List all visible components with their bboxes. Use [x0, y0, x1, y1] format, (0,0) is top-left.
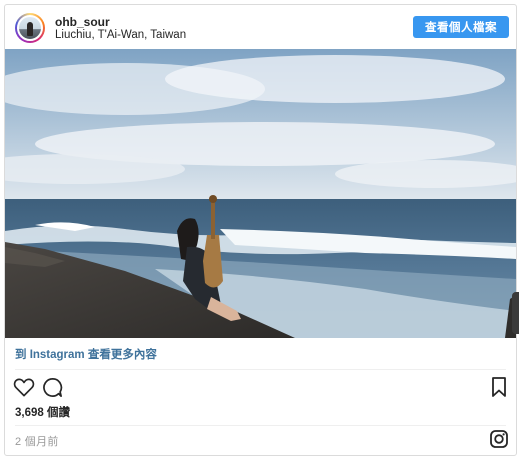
- post-timestamp[interactable]: 2 個月前: [15, 433, 59, 449]
- view-profile-button[interactable]: 查看個人檔案: [413, 16, 509, 38]
- divider: [15, 369, 506, 370]
- post-header: ohb_sour Liuchiu, T'Ai-Wan, Taiwan 查看個人檔…: [5, 5, 516, 49]
- heart-outline-icon[interactable]: [13, 377, 35, 397]
- likes-count[interactable]: 3,698 個讚: [15, 404, 70, 420]
- speech-bubble-icon[interactable]: [42, 377, 63, 398]
- post-photo[interactable]: [5, 49, 516, 338]
- avatar-image: [17, 15, 43, 41]
- instagram-embed-card: ohb_sour Liuchiu, T'Ai-Wan, Taiwan 查看個人檔…: [4, 4, 517, 456]
- divider: [15, 425, 506, 426]
- bookmark-icon[interactable]: [491, 377, 507, 397]
- username-link[interactable]: ohb_sour: [55, 15, 110, 29]
- avatar[interactable]: [15, 13, 45, 43]
- instagram-glyph-icon[interactable]: [490, 430, 508, 448]
- location-link[interactable]: Liuchiu, T'Ai-Wan, Taiwan: [55, 29, 186, 41]
- scrollbar-edge[interactable]: [512, 292, 519, 334]
- view-more-on-instagram-link[interactable]: 到 Instagram 查看更多內容: [15, 346, 157, 362]
